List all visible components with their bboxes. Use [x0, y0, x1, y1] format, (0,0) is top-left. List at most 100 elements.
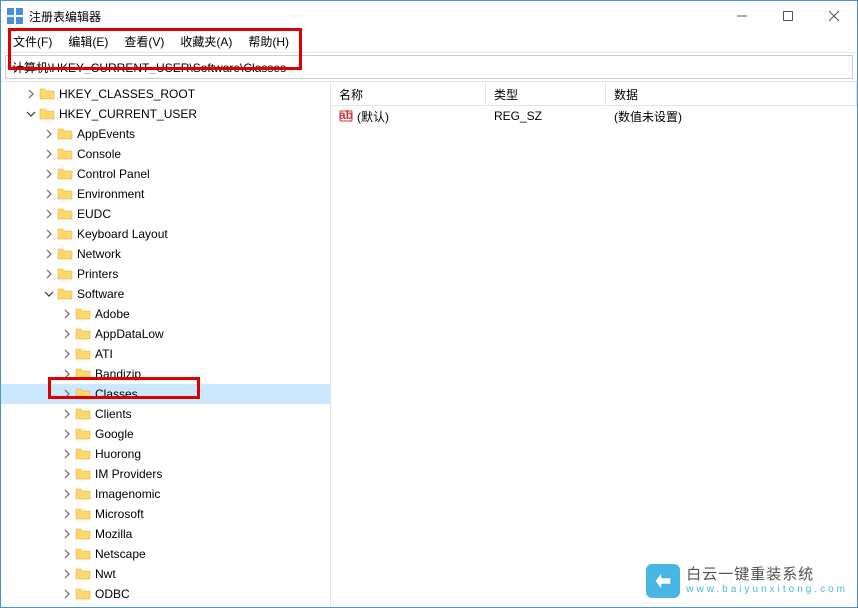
tree-node[interactable]: Microsoft: [1, 504, 330, 524]
tree-node[interactable]: AppEvents: [1, 124, 330, 144]
folder-icon: [75, 406, 91, 422]
chevron-right-icon[interactable]: [41, 226, 57, 242]
menu-favorites[interactable]: 收藏夹(A): [172, 31, 240, 52]
chevron-right-icon[interactable]: [59, 566, 75, 582]
value-data: (数值未设置): [606, 106, 857, 127]
chevron-right-icon[interactable]: [59, 406, 75, 422]
tree-label: IM Providers: [95, 467, 162, 481]
tree-node[interactable]: Adobe: [1, 304, 330, 324]
chevron-right-icon[interactable]: [23, 86, 39, 102]
chevron-right-icon[interactable]: [41, 206, 57, 222]
chevron-right-icon[interactable]: [41, 186, 57, 202]
tree-label: Imagenomic: [95, 487, 160, 501]
folder-icon: [75, 306, 91, 322]
app-icon: [7, 8, 23, 24]
chevron-right-icon[interactable]: [59, 386, 75, 402]
addressbar[interactable]: [5, 55, 853, 79]
folder-icon: [57, 186, 73, 202]
tree-node[interactable]: Classes: [1, 384, 330, 404]
folder-icon: [57, 166, 73, 182]
tree-node[interactable]: Google: [1, 424, 330, 444]
tree-node[interactable]: Nwt: [1, 564, 330, 584]
tree-node[interactable]: Software: [1, 284, 330, 304]
tree-node[interactable]: Netscape: [1, 544, 330, 564]
folder-icon: [75, 606, 91, 607]
maximize-button[interactable]: [765, 1, 811, 31]
menu-view[interactable]: 查看(V): [116, 31, 172, 52]
tree-node[interactable]: ATI: [1, 344, 330, 364]
folder-icon: [57, 126, 73, 142]
tree-node[interactable]: Control Panel: [1, 164, 330, 184]
chevron-right-icon[interactable]: [59, 546, 75, 562]
chevron-right-icon[interactable]: [59, 606, 75, 607]
tree-node[interactable]: Network: [1, 244, 330, 264]
tree-label: Keyboard Layout: [77, 227, 168, 241]
chevron-right-icon[interactable]: [59, 326, 75, 342]
address-input[interactable]: [12, 60, 846, 74]
chevron-right-icon[interactable]: [41, 166, 57, 182]
menu-file[interactable]: 文件(F): [5, 31, 60, 52]
chevron-right-icon[interactable]: [59, 446, 75, 462]
chevron-right-icon[interactable]: [41, 126, 57, 142]
tree-node[interactable]: AppDataLow: [1, 324, 330, 344]
tree-node[interactable]: HKEY_CLASSES_ROOT: [1, 84, 330, 104]
menubar: 文件(F) 编辑(E) 查看(V) 收藏夹(A) 帮助(H): [1, 31, 857, 53]
close-button[interactable]: [811, 1, 857, 31]
tree-node[interactable]: Printers: [1, 264, 330, 284]
folder-icon: [75, 426, 91, 442]
tree-label: Control Panel: [77, 167, 150, 181]
chevron-right-icon[interactable]: [59, 526, 75, 542]
folder-icon: [75, 346, 91, 362]
tree-node[interactable]: Environment: [1, 184, 330, 204]
column-type[interactable]: 类型: [486, 82, 606, 105]
folder-icon: [75, 546, 91, 562]
list-row[interactable]: ab(默认)REG_SZ(数值未设置): [331, 106, 857, 126]
chevron-right-icon[interactable]: [59, 586, 75, 602]
list-header: 名称 类型 数据: [331, 82, 857, 106]
column-data[interactable]: 数据: [606, 82, 857, 105]
menu-help[interactable]: 帮助(H): [240, 31, 297, 52]
tree-node[interactable]: EUDC: [1, 204, 330, 224]
reg-string-icon: ab: [339, 109, 353, 123]
chevron-right-icon[interactable]: [59, 366, 75, 382]
svg-text:ab: ab: [339, 109, 353, 122]
tree-node[interactable]: Imagenomic: [1, 484, 330, 504]
chevron-right-icon[interactable]: [59, 506, 75, 522]
tree-node[interactable]: Huorong: [1, 444, 330, 464]
tree-label: Classes: [95, 387, 138, 401]
list-body[interactable]: ab(默认)REG_SZ(数值未设置): [331, 106, 857, 607]
menu-edit[interactable]: 编辑(E): [60, 31, 116, 52]
chevron-right-icon[interactable]: [59, 306, 75, 322]
window-title: 注册表编辑器: [29, 8, 719, 25]
tree-label: Environment: [77, 187, 144, 201]
column-name[interactable]: 名称: [331, 82, 486, 105]
tree-label: Network: [77, 247, 121, 261]
tree-node[interactable]: HKEY_CURRENT_USER: [1, 104, 330, 124]
minimize-button[interactable]: [719, 1, 765, 31]
tree-label: EUDC: [77, 207, 111, 221]
tree-node[interactable]: Mozilla: [1, 524, 330, 544]
tree-node[interactable]: Clients: [1, 404, 330, 424]
chevron-right-icon[interactable]: [59, 426, 75, 442]
chevron-right-icon[interactable]: [41, 146, 57, 162]
tree-node[interactable]: Keyboard Layout: [1, 224, 330, 244]
tree-node[interactable]: Onsw: [1, 604, 330, 607]
chevron-right-icon[interactable]: [59, 486, 75, 502]
folder-icon: [57, 226, 73, 242]
chevron-right-icon[interactable]: [41, 246, 57, 262]
tree-label: Netscape: [95, 547, 146, 561]
folder-icon: [57, 266, 73, 282]
tree-node[interactable]: Console: [1, 144, 330, 164]
folder-icon: [75, 526, 91, 542]
chevron-right-icon[interactable]: [59, 466, 75, 482]
tree-node[interactable]: IM Providers: [1, 464, 330, 484]
tree-panel[interactable]: HKEY_CLASSES_ROOT HKEY_CURRENT_USERAppEve…: [1, 82, 331, 607]
chevron-down-icon[interactable]: [23, 106, 39, 122]
tree-label: HKEY_CLASSES_ROOT: [59, 87, 195, 101]
tree-node[interactable]: Bandizip: [1, 364, 330, 384]
tree-node[interactable]: ODBC: [1, 584, 330, 604]
tree-label: Mozilla: [95, 527, 132, 541]
chevron-right-icon[interactable]: [41, 266, 57, 282]
chevron-right-icon[interactable]: [59, 346, 75, 362]
chevron-down-icon[interactable]: [41, 286, 57, 302]
